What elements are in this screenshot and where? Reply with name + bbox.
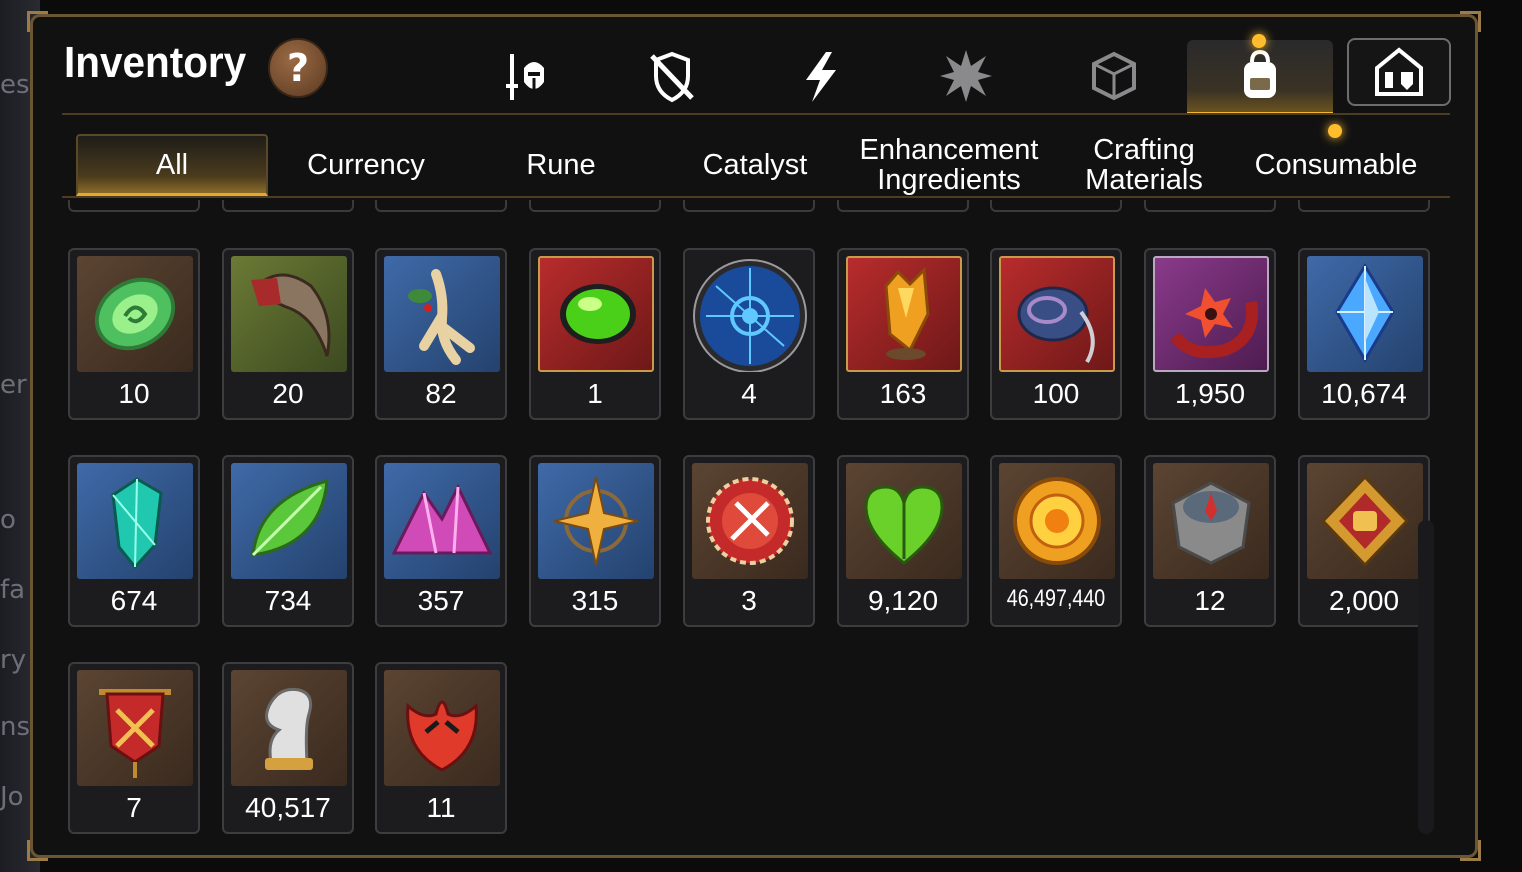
inventory-scrollbar[interactable]: [1418, 520, 1434, 834]
subtab-enhancement-ingredients[interactable]: Enhancement Ingredients: [853, 134, 1045, 196]
green-leaf-icon: [251, 478, 329, 557]
item-slot[interactable]: 10: [68, 248, 200, 420]
crossed-shield-icon: [650, 51, 694, 103]
stone-compass-icon: [1171, 481, 1251, 565]
item-quantity: 46,497,440: [1006, 585, 1106, 612]
beast-claw-icon: [251, 273, 331, 357]
green-potion-orb-icon: [560, 284, 636, 344]
coiled-horn-icon: [1017, 286, 1095, 364]
category-tab-shield[interactable]: [612, 40, 732, 112]
category-tab-guild[interactable]: [1347, 38, 1451, 106]
green-heart-icon: [864, 485, 944, 565]
pink-crystal-pile-icon: [391, 483, 493, 555]
subtab-all[interactable]: All: [76, 134, 268, 196]
item-slot[interactable]: 357: [375, 455, 507, 627]
knight-helmet-sword-icon: [506, 54, 544, 100]
item-slot[interactable]: 40,517: [222, 662, 354, 834]
item-slot[interactable]: 100: [990, 248, 1122, 420]
gold-sun-coin-icon: [1013, 477, 1101, 565]
notification-dot: [1328, 124, 1342, 138]
red-flower-ring-icon: [1170, 288, 1258, 359]
red-leaf-icon: [406, 700, 478, 772]
spiky-burst-icon: [940, 50, 992, 102]
item-quantity: 674: [110, 585, 158, 616]
tab-divider: [62, 113, 1450, 115]
red-war-banner-icon: [99, 689, 171, 778]
item-quantity: 10: [118, 378, 150, 409]
item-slot[interactable]: 1: [529, 248, 661, 420]
backpack-icon: [1244, 49, 1276, 98]
item-quantity: 10,674: [1321, 378, 1407, 409]
item-quantity: 357: [417, 585, 465, 616]
silver-knight-chess-icon: [265, 687, 313, 770]
item-quantity: 2,000: [1328, 585, 1400, 616]
red-sword-badge-icon: [706, 477, 794, 565]
item-quantity: 7: [126, 792, 142, 823]
teal-crystal-icon: [111, 477, 163, 570]
item-quantity: 734: [264, 585, 312, 616]
item-quantity: 1,950: [1174, 378, 1246, 409]
item-slot[interactable]: 163: [837, 248, 969, 420]
item-slot[interactable]: 9,120: [837, 455, 969, 627]
category-tab-gear[interactable]: [466, 40, 586, 112]
item-slot[interactable]: 4: [683, 248, 815, 420]
item-slot[interactable]: 315: [529, 455, 661, 627]
item-quantity: 82: [425, 378, 457, 409]
item-slot[interactable]: 46,497,440: [990, 455, 1122, 627]
item-slot[interactable]: 7: [68, 662, 200, 834]
cracked-cube-icon: [1092, 51, 1136, 101]
star-amulet-icon: [553, 476, 639, 566]
item-slot[interactable]: 11: [375, 662, 507, 834]
category-tab-bag[interactable]: [1187, 40, 1333, 115]
subtab-divider: [62, 196, 1450, 198]
item-quantity: 9,120: [867, 585, 939, 616]
category-tab-lightning[interactable]: [760, 40, 880, 112]
item-slot[interactable]: 734: [222, 455, 354, 627]
item-quantity: 3: [741, 585, 757, 616]
item-slot[interactable]: 20: [222, 248, 354, 420]
notification-dot: [1252, 34, 1266, 48]
item-quantity: 163: [879, 378, 927, 409]
subtab-currency[interactable]: Currency: [270, 134, 462, 196]
item-slot[interactable]: 674: [68, 455, 200, 627]
category-tab-cube[interactable]: [1054, 40, 1174, 112]
subtab-crafting-materials[interactable]: Crafting Materials: [1048, 134, 1240, 196]
item-quantity: 100: [1032, 378, 1080, 409]
item-quantity: 11: [426, 792, 456, 823]
lightning-bolt-icon: [806, 52, 836, 102]
item-quantity: 1: [587, 378, 603, 409]
guild-house-icon: [1375, 47, 1423, 96]
item-slot[interactable]: 2,000: [1298, 455, 1430, 627]
item-slot[interactable]: 12: [1144, 455, 1276, 627]
subtab-rune[interactable]: Rune: [465, 134, 657, 196]
help-button[interactable]: ?: [268, 38, 328, 98]
category-tab-burst[interactable]: [906, 40, 1026, 112]
page-title: Inventory: [64, 38, 247, 87]
blue-gem-icon: [1335, 263, 1395, 363]
subtab-catalyst[interactable]: Catalyst: [659, 134, 851, 196]
gold-fist-emblem-icon: [1320, 474, 1410, 568]
item-quantity: 315: [571, 585, 619, 616]
item-quantity: 4: [741, 378, 757, 409]
amber-crystal-icon: [884, 266, 930, 360]
item-quantity: 40,517: [245, 792, 331, 823]
item-slot[interactable]: 3: [683, 455, 815, 627]
item-slot[interactable]: 10,674: [1298, 248, 1430, 420]
item-quantity: 20: [272, 378, 304, 409]
ginseng-root-icon: [408, 269, 475, 365]
item-slot[interactable]: 82: [375, 248, 507, 420]
subtab-consumable[interactable]: Consumable: [1240, 134, 1432, 196]
item-quantity: 12: [1194, 585, 1226, 616]
blue-rune-circle-icon: [693, 259, 807, 373]
green-rune-stone-icon: [94, 277, 176, 351]
item-slot[interactable]: 1,950: [1144, 248, 1276, 420]
